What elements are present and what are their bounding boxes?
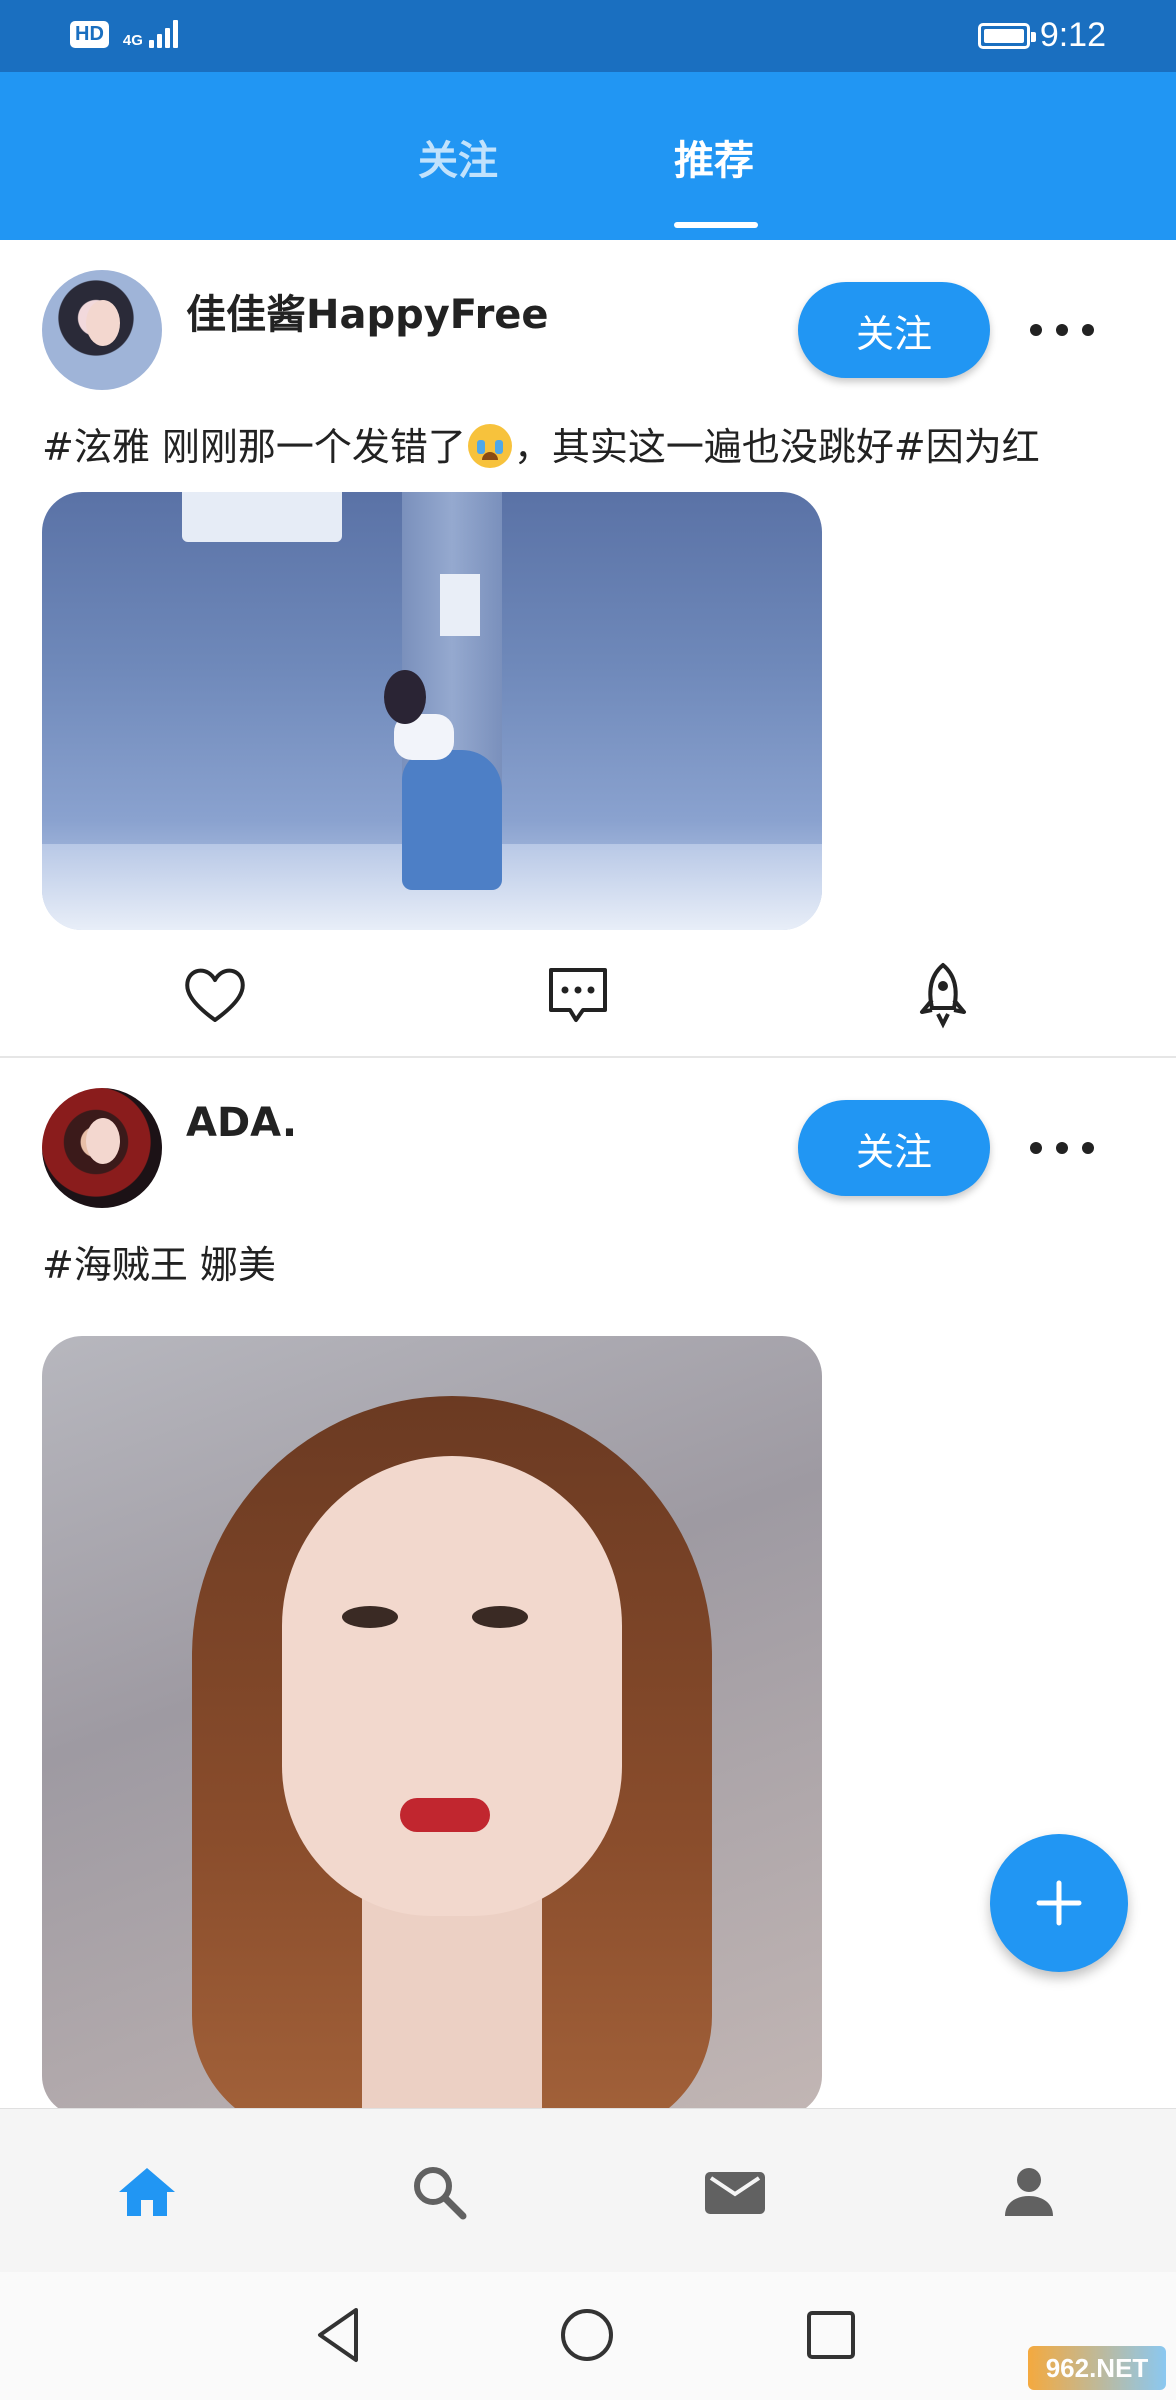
recent-apps-icon[interactable]	[798, 2302, 864, 2368]
avatar[interactable]	[42, 1088, 162, 1208]
bottom-navigation	[0, 2108, 1176, 2272]
feed-post: 佳佳酱HappyFree 关注 #泫雅 刚刚那一个发错了 ，其实这一遍也没跳好#因…	[0, 240, 1176, 1058]
follow-button[interactable]: 关注	[798, 1100, 990, 1196]
create-post-button[interactable]	[990, 1834, 1128, 1972]
media-detail	[402, 750, 502, 890]
watermark-logo: 962.NET	[1028, 2346, 1166, 2390]
post-video-thumbnail[interactable]	[42, 1336, 822, 2116]
top-tab-bar: 关注 推荐	[0, 72, 1176, 240]
media-detail	[342, 1606, 398, 1628]
crying-face-icon	[467, 424, 512, 468]
post-caption: #泫雅 刚刚那一个发错了 ，其实这一遍也没跳好#因为红	[42, 416, 1152, 471]
post-video-thumbnail[interactable]	[42, 492, 822, 930]
post-caption: #海贼王 娜美	[42, 1243, 276, 1287]
more-options-icon[interactable]	[1030, 308, 1094, 352]
plus-icon	[1036, 1880, 1082, 1926]
profile-icon[interactable]	[994, 2157, 1064, 2227]
media-detail	[182, 492, 342, 542]
post-actions	[0, 960, 1176, 1036]
avatar-face	[86, 1118, 120, 1164]
caption-text-continued: ，其实这一遍也没跳好#因为红	[513, 425, 1040, 469]
network-indicator: 4G	[123, 20, 178, 48]
status-time: 9:12	[1039, 16, 1106, 54]
battery-fill	[983, 28, 1024, 43]
heart-icon[interactable]	[180, 960, 250, 1030]
media-detail	[440, 574, 480, 636]
status-bar: HD 4G 9:12	[0, 0, 1176, 72]
active-tab-indicator	[674, 222, 758, 228]
post-username[interactable]: ADA.	[186, 1100, 297, 1146]
home-circle-icon[interactable]	[554, 2302, 620, 2368]
mail-icon[interactable]	[700, 2157, 770, 2227]
signal-icon	[148, 20, 178, 48]
media-detail	[362, 1896, 542, 2116]
search-icon[interactable]	[404, 2157, 474, 2227]
status-left: HD 4G	[70, 20, 178, 48]
home-icon[interactable]	[112, 2157, 182, 2227]
system-navigation-bar: 962.NET	[0, 2272, 1176, 2400]
tab-recommended[interactable]: 推荐	[674, 128, 754, 186]
back-icon[interactable]	[308, 2302, 374, 2368]
more-options-icon[interactable]	[1030, 1126, 1094, 1170]
network-type: 4G	[122, 32, 143, 49]
media-detail	[472, 1606, 528, 1628]
hd-badge: HD	[70, 20, 109, 48]
avatar-face	[86, 300, 120, 346]
caption-text: #泫雅 刚刚那一个发错了	[42, 425, 466, 469]
rocket-icon[interactable]	[908, 960, 978, 1030]
media-detail	[384, 670, 426, 724]
post-username[interactable]: 佳佳酱HappyFree	[186, 282, 549, 340]
battery-icon	[977, 22, 1036, 49]
status-right: 9:12	[977, 16, 1106, 55]
follow-button[interactable]: 关注	[798, 282, 990, 378]
avatar[interactable]	[42, 270, 162, 390]
tab-following[interactable]: 关注	[418, 128, 498, 186]
feed-post: ADA. 关注 #海贼王 娜美	[0, 1058, 1176, 2116]
comment-icon[interactable]	[543, 960, 613, 1030]
media-detail	[400, 1798, 490, 1832]
media-detail	[282, 1456, 622, 1916]
